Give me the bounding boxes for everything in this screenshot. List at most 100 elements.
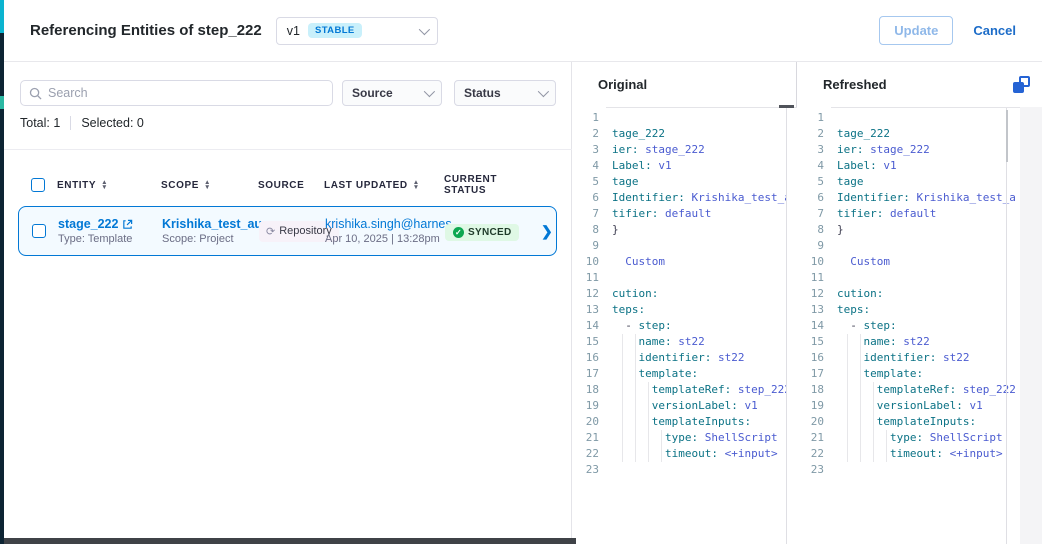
updated-by-link[interactable]: krishika.singh@harnes... <box>325 217 445 231</box>
page-title: Referencing Entities of step_222 <box>30 22 262 39</box>
code-line: 17 template: <box>572 366 797 382</box>
indent-guide <box>860 366 861 382</box>
column-current-status: CURRENT STATUS <box>444 174 540 196</box>
indent-guide <box>648 446 649 462</box>
scrollbar-track <box>786 108 787 544</box>
code-line: 20 templateInputs: <box>572 414 797 430</box>
total-count: Total: 1 <box>20 116 60 130</box>
indent-guide <box>635 414 636 430</box>
indent-guide <box>622 350 623 366</box>
column-entity: ENTITY ▲▼ <box>57 180 161 191</box>
indent-guide <box>847 334 848 350</box>
code-line: 4Label: v1 <box>572 158 797 174</box>
referencing-entities-dialog: Referencing Entities of step_222 v1 STAB… <box>0 0 1042 544</box>
source-filter-label: Source <box>352 86 393 100</box>
indent-guide <box>622 334 623 350</box>
indent-guide <box>635 398 636 414</box>
indent-guide <box>648 398 649 414</box>
code-line: 18 templateRef: step_222 <box>572 382 797 398</box>
scrollbar-track <box>1006 108 1007 544</box>
select-all-checkbox[interactable] <box>31 178 45 192</box>
updated-at: Apr 10, 2025 | 13:28pm <box>325 233 445 245</box>
code-line: 14 - step: <box>572 318 797 334</box>
indent-guide <box>635 430 636 446</box>
scope-link[interactable]: Krishika_test_au... <box>162 217 259 231</box>
code-line: 15 name: st22 <box>572 334 797 350</box>
update-button[interactable]: Update <box>879 16 953 45</box>
indent-guide <box>873 414 874 430</box>
indent-guide <box>847 382 848 398</box>
nav-icon-edge <box>0 96 4 109</box>
indent-guide <box>648 414 649 430</box>
status-filter-dropdown[interactable]: Status <box>454 80 556 106</box>
refreshed-panel-header: Refreshed <box>797 62 1042 107</box>
status-filter-label: Status <box>464 86 501 100</box>
indent-guide <box>873 446 874 462</box>
code-line: 6Identifier: Krishika_test_autq <box>572 190 797 206</box>
code-line: 9 <box>572 238 797 254</box>
source-filter-dropdown[interactable]: Source <box>342 80 442 106</box>
code-line: 19 versionLabel: v1 <box>572 398 797 414</box>
indent-guide <box>622 398 623 414</box>
row-checkbox[interactable] <box>32 224 46 238</box>
refreshed-panel: Refreshed 12tage_2223ier: stage_2224Labe… <box>797 62 1042 544</box>
last-updated-cell: krishika.singh@harnes... Apr 10, 2025 | … <box>325 217 445 245</box>
table-row[interactable]: stage_222 Type: Template Krishika_test_a… <box>18 206 557 256</box>
indent-guide <box>847 366 848 382</box>
indent-guide <box>847 430 848 446</box>
version-select[interactable]: v1 STABLE <box>276 17 438 45</box>
indent-guide <box>860 414 861 430</box>
dialog-body: Source Status Total: 1 Selected: 0 ENTIT… <box>4 62 1042 544</box>
external-link-icon <box>122 219 133 230</box>
chevron-down-icon <box>424 86 435 97</box>
dialog-header: Referencing Entities of step_222 v1 STAB… <box>4 0 1042 62</box>
original-panel: Original 12tage_2223ier: stage_2224Label… <box>572 62 797 544</box>
filters-bar: Source Status <box>4 62 571 106</box>
horizontal-scrollbar-thumb[interactable] <box>779 105 794 108</box>
indent-guide <box>635 334 636 350</box>
code-line: 21 type: ShellScript <box>572 430 797 446</box>
indent-guide <box>635 446 636 462</box>
chevron-down-icon <box>538 86 549 97</box>
sort-icon[interactable]: ▲▼ <box>413 180 420 190</box>
search-field[interactable] <box>48 86 324 100</box>
indent-guide <box>622 366 623 382</box>
indent-guide <box>873 430 874 446</box>
code-line: 7tifier: default <box>572 206 797 222</box>
cancel-button[interactable]: Cancel <box>973 23 1016 38</box>
indent-guide <box>661 446 662 462</box>
source-cell: ⟳ Repository <box>259 221 325 242</box>
indent-guide <box>860 350 861 366</box>
chevron-down-icon <box>419 23 430 34</box>
indent-guide <box>847 398 848 414</box>
sort-icon[interactable]: ▲▼ <box>204 180 211 190</box>
column-source: SOURCE <box>258 180 324 191</box>
code-line: 11 <box>572 270 797 286</box>
row-expand-chevron-icon[interactable]: ❯ <box>541 223 561 240</box>
search-input[interactable] <box>20 80 333 106</box>
code-line: 22 timeout: <+input> <box>572 446 797 462</box>
column-last-updated: LAST UPDATED ▲▼ <box>324 180 444 191</box>
indent-guide <box>847 350 848 366</box>
vertical-scrollbar-thumb[interactable] <box>1006 110 1008 162</box>
indent-guide <box>860 334 861 350</box>
original-code-editor[interactable]: 12tage_2223ier: stage_2224Label: v15tage… <box>572 107 797 544</box>
indent-guide <box>622 430 623 446</box>
indent-guide <box>886 430 887 446</box>
app-bottom-edge <box>0 538 576 544</box>
code-line: 16 identifier: st22 <box>572 350 797 366</box>
indent-guide <box>847 414 848 430</box>
original-title: Original <box>598 77 647 92</box>
copy-icon[interactable] <box>1013 76 1030 93</box>
sort-icon[interactable]: ▲▼ <box>101 180 108 190</box>
column-scope: SCOPE ▲▼ <box>161 180 258 191</box>
status-badge: ✓ SYNCED <box>445 224 519 241</box>
entity-type: Type: Template <box>58 233 162 245</box>
indent-guide <box>847 446 848 462</box>
code-line: 8} <box>572 222 797 238</box>
git-sync-icon: ⟳ <box>266 225 275 238</box>
code-line: 13teps: <box>572 302 797 318</box>
status-cell: ✓ SYNCED <box>445 222 541 241</box>
entity-list-section: Source Status Total: 1 Selected: 0 ENTIT… <box>4 62 572 544</box>
entity-link[interactable]: stage_222 <box>58 217 162 231</box>
